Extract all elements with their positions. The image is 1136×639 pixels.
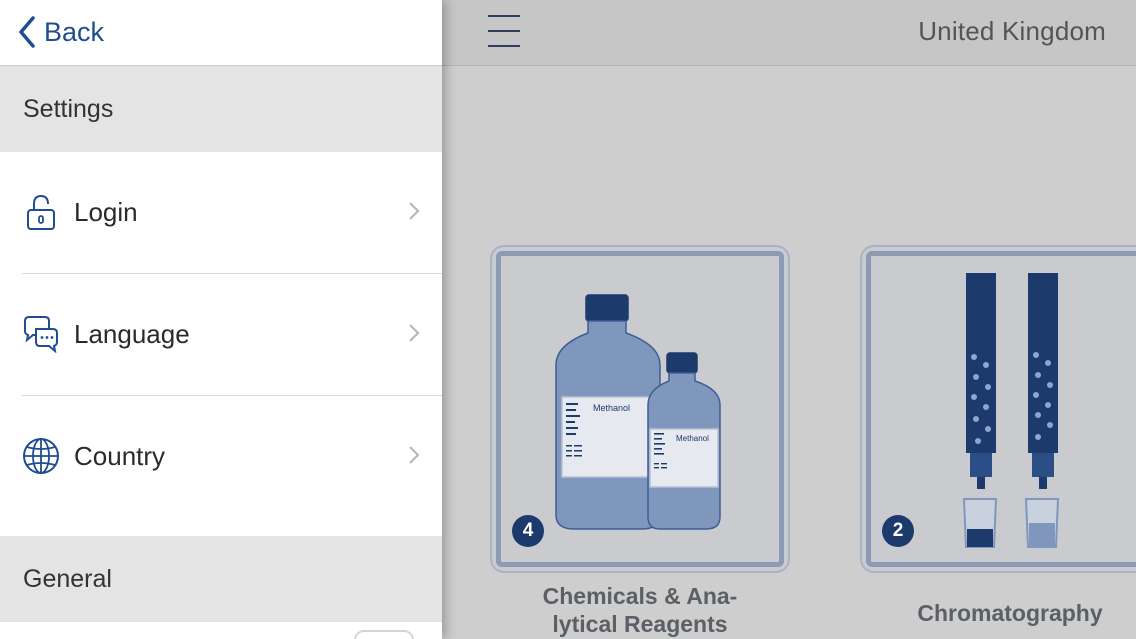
chevron-right-icon	[409, 202, 420, 220]
chevron-left-icon	[19, 16, 35, 48]
settings-item-label: Login	[74, 197, 138, 227]
lock-icon	[27, 194, 55, 230]
section-header-general: General	[0, 536, 442, 622]
back-button-label: Back	[44, 16, 105, 47]
bottle-label-small: Methanol	[676, 434, 709, 443]
tile-label-chemicals: Chemicals & Ana- lytical Reagents	[542, 583, 738, 637]
category-tile-chemicals[interactable]: Methanol Methanol 4	[490, 245, 790, 573]
top-bar: United Kingdom	[442, 0, 1136, 66]
chevron-right-icon	[409, 324, 420, 342]
back-button[interactable]: Back	[18, 12, 104, 52]
bottle-label-large: Methanol	[593, 403, 630, 413]
settings-toggle[interactable]	[354, 630, 414, 639]
chevron-right-icon	[409, 446, 420, 464]
settings-item-login[interactable]: Login	[0, 152, 442, 274]
settings-item-label: Language	[74, 319, 190, 349]
section-header-settings: Settings	[0, 66, 442, 152]
settings-item-label: Country	[74, 441, 166, 471]
settings-panel: Back Settings Login Language Country Gen…	[0, 0, 442, 639]
main-content: United Kingdom Methanol Methanol 4 Chemi…	[442, 0, 1136, 639]
globe-icon	[23, 438, 59, 474]
settings-item-country[interactable]: Country	[0, 396, 442, 518]
category-tile-chromatography[interactable]: 2	[860, 245, 1136, 573]
selected-country-title: United Kingdom	[918, 16, 1106, 46]
tile-label-chromatography: Chromatography	[917, 600, 1103, 626]
speech-bubbles-icon	[24, 316, 58, 353]
settings-item-language[interactable]: Language	[0, 274, 442, 396]
menu-hamburger-icon[interactable]	[488, 14, 520, 48]
item-count-badge: 2	[882, 515, 914, 547]
item-count-badge: 4	[512, 515, 544, 547]
navigation-bar: Back	[0, 0, 442, 66]
